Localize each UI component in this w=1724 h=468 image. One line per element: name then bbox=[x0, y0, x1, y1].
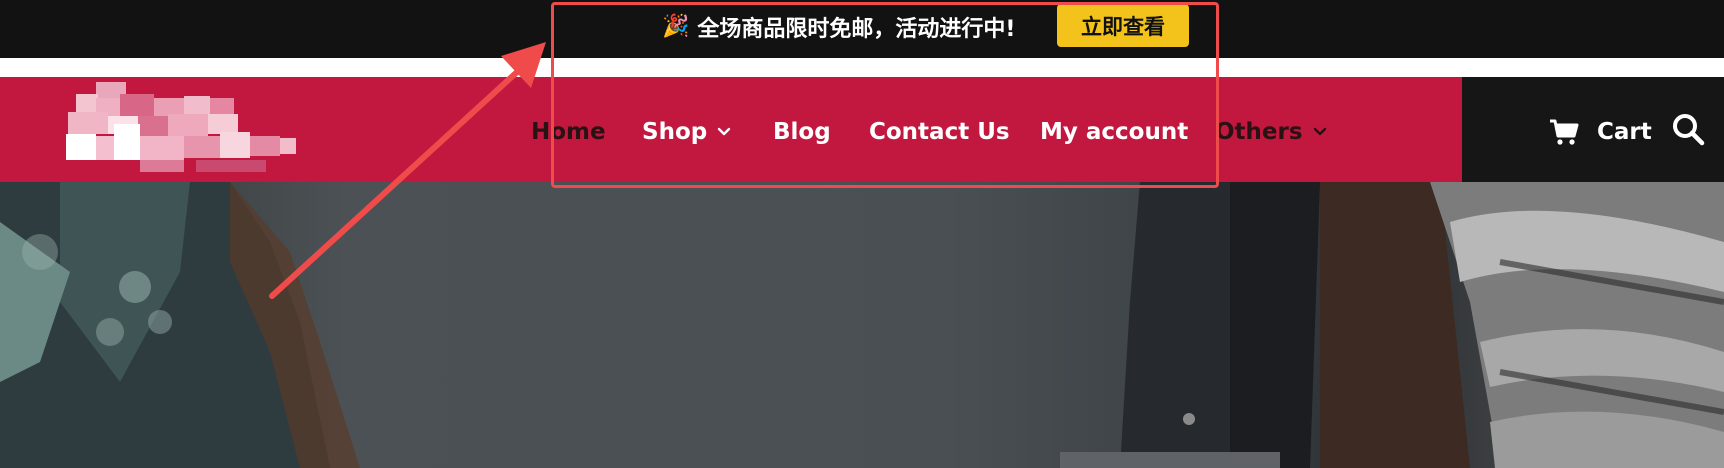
nav-item-others[interactable]: Others bbox=[1215, 112, 1327, 152]
cart-label: Cart bbox=[1597, 119, 1652, 145]
nav-item-label: Contact Us bbox=[869, 119, 1010, 145]
cart-link[interactable]: Cart bbox=[1549, 110, 1652, 154]
nav-item-contact[interactable]: Contact Us bbox=[869, 112, 1010, 152]
hero-image bbox=[0, 182, 1724, 468]
nav-item-home[interactable]: Home bbox=[531, 112, 606, 152]
announcement: 🎉 全场商品限时免邮，活动进行中! bbox=[662, 11, 1015, 43]
site-logo[interactable] bbox=[66, 80, 296, 178]
nav-item-label: Home bbox=[531, 119, 606, 145]
cart-icon bbox=[1550, 119, 1579, 145]
header-divider bbox=[0, 58, 1724, 77]
nav-item-label: Blog bbox=[773, 119, 831, 145]
announcement-text: 全场商品限时免邮，活动进行中! bbox=[697, 17, 1016, 42]
nav-item-my-account[interactable]: My account bbox=[1040, 112, 1188, 152]
search-icon[interactable] bbox=[1671, 112, 1705, 146]
nav-item-label: My account bbox=[1040, 119, 1189, 145]
chevron-down-icon bbox=[1313, 127, 1326, 136]
nav-item-blog[interactable]: Blog bbox=[773, 112, 831, 152]
nav-item-label: Shop bbox=[642, 119, 708, 145]
announcement-bar: 🎉 全场商品限时免邮，活动进行中! 立即查看 bbox=[0, 0, 1724, 58]
party-popper-icon: 🎉 bbox=[662, 14, 690, 39]
view-now-button[interactable]: 立即查看 bbox=[1057, 4, 1189, 47]
nav-item-shop[interactable]: Shop bbox=[642, 112, 731, 152]
chevron-down-icon bbox=[718, 127, 731, 136]
nav-item-label: Others bbox=[1215, 119, 1303, 145]
hero-banner bbox=[0, 182, 1724, 468]
